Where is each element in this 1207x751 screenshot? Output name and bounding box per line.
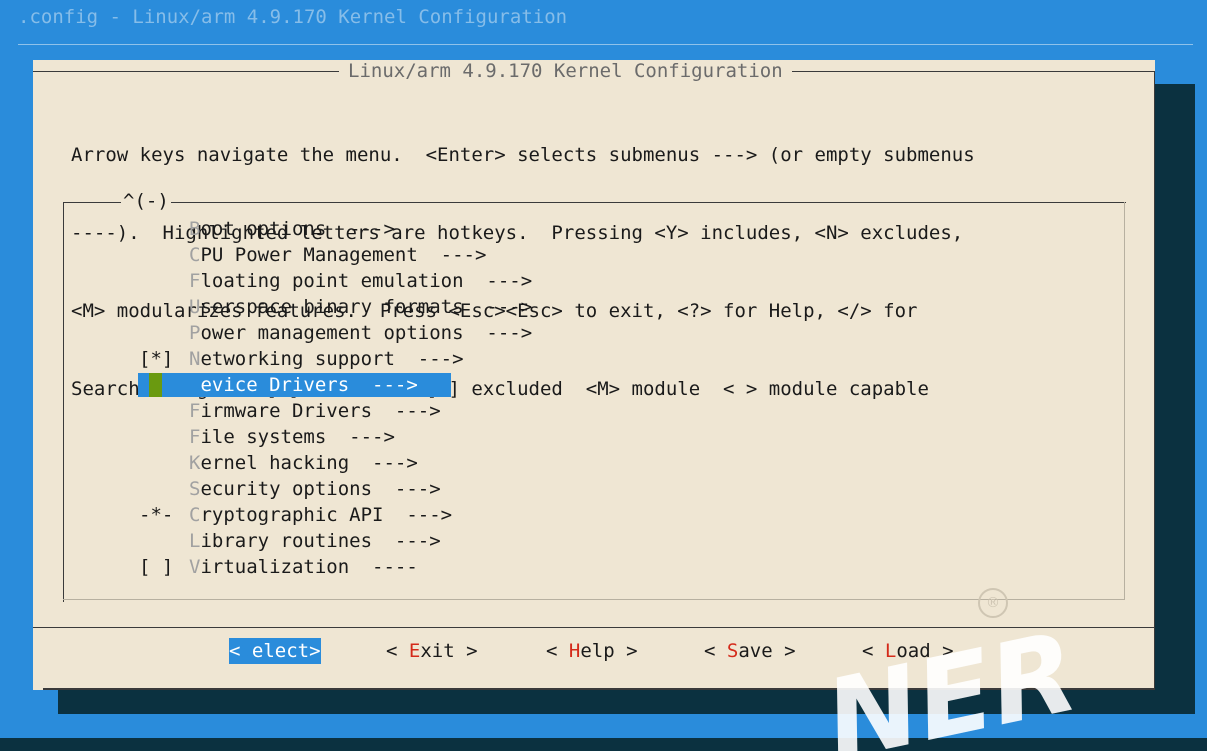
menu-item-text: etworking support --->	[200, 348, 464, 370]
button-label: xit >	[420, 640, 478, 662]
menu-item-text: oot options --->	[200, 218, 395, 240]
menu-item[interactable]: [*] Networking support --->	[33, 346, 1155, 372]
menu-item-hotkey: C	[189, 504, 201, 526]
menu-item-hotkey: K	[189, 452, 201, 474]
menu-item-hotkey: S	[189, 478, 201, 500]
menu-item-label: Floating point emulation --->	[189, 268, 532, 294]
title-rule	[18, 44, 1193, 45]
menu-item-label: Security options --->	[189, 476, 441, 502]
menu-item-label: File systems --->	[189, 424, 395, 450]
registered-mark-icon: ®	[978, 588, 1008, 618]
menu-item[interactable]: Kernel hacking --->	[33, 450, 1155, 476]
menu-item-state: -*-	[139, 504, 174, 526]
menu-item-hotkey: U	[189, 296, 201, 318]
menu-item-text: evice Drivers --->	[200, 374, 418, 396]
menu-item[interactable]: -*- Cryptographic API --->	[33, 502, 1155, 528]
menu-item-state: [ ]	[139, 556, 174, 578]
button-separator	[33, 627, 1155, 628]
menu-item-label: Device Drivers --->	[189, 372, 418, 398]
menu-item-hotkey: C	[189, 244, 201, 266]
menu-item-label: Cryptographic API --->	[189, 502, 452, 528]
menu-item[interactable]: Security options --->	[33, 476, 1155, 502]
menu-item[interactable]: Floating point emulation --->	[33, 268, 1155, 294]
menu-item-text: ile systems --->	[200, 426, 395, 448]
menu-item-hotkey: V	[189, 556, 201, 578]
menu-item-hotkey: F	[189, 426, 201, 448]
button-hotkey: S	[240, 640, 252, 662]
menu-item-hotkey: N	[189, 348, 201, 370]
button-hotkey: S	[726, 640, 739, 662]
menu-item-text: irmware Drivers --->	[200, 400, 441, 422]
menu-item-label: CPU Power Management --->	[189, 242, 486, 268]
menu-item-label: Virtualization ----	[189, 554, 418, 580]
help-line: Arrow keys navigate the menu. <Enter> se…	[71, 144, 975, 166]
button-label: elect>	[251, 640, 321, 662]
button-hotkey: H	[568, 640, 581, 662]
exit-button[interactable]: < Exit >	[386, 638, 478, 664]
button-bracket: <	[704, 640, 727, 662]
menu-item-label: Power management options --->	[189, 320, 532, 346]
menu-item-hotkey: F	[189, 270, 201, 292]
window-title: .config - Linux/arm 4.9.170 Kernel Confi…	[18, 6, 568, 28]
menu-item-state: [*]	[139, 348, 174, 370]
button-bar: <Select> < Exit > < Help > < Save > < Lo…	[33, 638, 1155, 664]
menu-item-text: PU Power Management --->	[200, 244, 487, 266]
menu-item-text: irtualization ----	[200, 556, 418, 578]
menu-item[interactable]: [ ] Virtualization ----	[33, 554, 1155, 580]
menu-item[interactable]: File systems --->	[33, 424, 1155, 450]
menu-item-text: ryptographic API --->	[200, 504, 453, 526]
menu-item-hotkey: B	[189, 218, 201, 240]
menu-item-label: Kernel hacking --->	[189, 450, 418, 476]
button-label: elp >	[580, 640, 638, 662]
menu-item-hotkey: L	[189, 530, 201, 552]
menu-item[interactable]: Userspace binary formats --->	[33, 294, 1155, 320]
button-bracket: <	[229, 640, 241, 662]
menu-item-label: Firmware Drivers --->	[189, 398, 441, 424]
button-label: oad >	[896, 640, 954, 662]
menu-item-text: ecurity options --->	[200, 478, 441, 500]
menu-item-text: ernel hacking --->	[200, 452, 418, 474]
menu-item-label: Userspace binary formats --->	[189, 294, 532, 320]
help-button[interactable]: < Help >	[546, 638, 638, 664]
menu-item-text: loating point emulation --->	[200, 270, 533, 292]
cursor-block	[149, 373, 162, 397]
menu-item-label: Library routines --->	[189, 528, 441, 554]
menu-item-label: Boot options --->	[189, 216, 395, 242]
menu-item[interactable]: Device Drivers --->	[33, 372, 1155, 398]
menu-item[interactable]: CPU Power Management --->	[33, 242, 1155, 268]
scroll-indicator: ^(-)	[121, 190, 171, 212]
menu-item[interactable]: Library routines --->	[33, 528, 1155, 554]
menu-item-text: ower management options --->	[200, 322, 533, 344]
menu-item-hotkey: D	[189, 374, 201, 396]
menu-item[interactable]: Firmware Drivers --->	[33, 398, 1155, 424]
menu-item-label: Networking support --->	[189, 346, 464, 372]
menu-item-hotkey: F	[189, 400, 201, 422]
button-hotkey: L	[884, 640, 897, 662]
menu-item[interactable]: Power management options --->	[33, 320, 1155, 346]
button-hotkey: E	[408, 640, 421, 662]
button-label: ave >	[738, 640, 796, 662]
load-button[interactable]: < Load >	[862, 638, 954, 664]
select-button[interactable]: <Select>	[229, 638, 321, 664]
dialog-bottom-border	[43, 688, 1155, 690]
save-button[interactable]: < Save >	[704, 638, 796, 664]
button-bracket: <	[546, 640, 569, 662]
menu-item-text: ibrary routines --->	[200, 530, 441, 552]
bottom-bar	[0, 738, 1207, 751]
menu-box-bottom-border	[63, 599, 1125, 600]
menu-item[interactable]: Boot options --->	[33, 216, 1155, 242]
menu-item-hotkey: P	[189, 322, 201, 344]
dialog-title: Linux/arm 4.9.170 Kernel Configuration	[339, 60, 792, 82]
button-bracket: <	[386, 640, 409, 662]
button-bracket: <	[862, 640, 885, 662]
menu-item-text: serspace binary formats --->	[200, 296, 533, 318]
